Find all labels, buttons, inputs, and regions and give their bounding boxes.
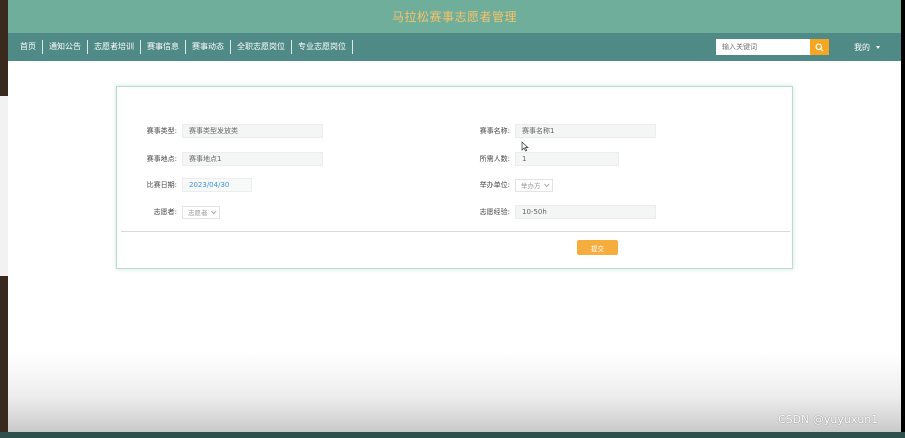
volunteer-label: 志愿者: <box>153 208 177 216</box>
event-name-label: 赛事名称: <box>479 127 510 135</box>
search-icon <box>815 42 824 52</box>
caret-down-icon <box>876 46 880 49</box>
form-row-race-date: 比赛日期: 2023/04/30 <box>127 178 252 192</box>
race-date-label: 比赛日期: <box>146 181 177 189</box>
user-menu[interactable]: 我的 <box>854 42 880 53</box>
experience-label: 志愿经验: <box>479 208 510 216</box>
form-row-event-type: 赛事类型: 赛事类型发放类 <box>127 124 323 138</box>
form-row-experience: 志愿经验: 10-50h <box>460 205 656 219</box>
race-date-field[interactable]: 2023/04/30 <box>182 178 252 192</box>
form-row-required-count: 所需人数: 1 <box>460 152 619 166</box>
search-button[interactable] <box>810 39 829 55</box>
experience-field[interactable]: 10-50h <box>515 205 656 219</box>
detail-form-card: 赛事类型: 赛事类型发放类 赛事地点: 赛事地点1 比赛日期: 2023/04/… <box>116 86 793 269</box>
nav-item-home[interactable]: 首页 <box>14 40 43 54</box>
bottom-fade-overlay <box>8 352 901 432</box>
chevron-down-icon <box>210 208 217 215</box>
volunteer-select-value: 志愿者 <box>188 209 208 217</box>
nav-item-notices[interactable]: 通知公告 <box>43 40 88 54</box>
user-menu-label: 我的 <box>854 43 870 52</box>
form-row-volunteer: 志愿者: 志愿者 <box>127 205 220 219</box>
organizer-select[interactable]: 举办方 <box>515 178 553 192</box>
browser-page: 马拉松赛事志愿者管理 首页 通知公告 志愿者培训 赛事信息 赛事动态 全职志愿岗… <box>8 0 901 432</box>
background-window-edge <box>0 0 8 438</box>
event-type-label: 赛事类型: <box>146 127 177 135</box>
event-type-field[interactable]: 赛事类型发放类 <box>182 124 323 138</box>
event-name-field[interactable]: 赛事名称1 <box>515 124 656 138</box>
form-row-organizer: 举办单位: 举办方 <box>460 178 553 192</box>
main-nav: 首页 通知公告 志愿者培训 赛事信息 赛事动态 全职志愿岗位 专业志愿岗位 我的 <box>8 33 901 61</box>
mouse-cursor-icon <box>521 141 529 152</box>
required-count-label: 所需人数: <box>479 155 510 163</box>
nav-item-professional-posts[interactable]: 专业志愿岗位 <box>292 40 353 54</box>
nav-item-fulltime-posts[interactable]: 全职志愿岗位 <box>231 40 292 54</box>
site-header: 马拉松赛事志愿者管理 <box>8 0 901 33</box>
form-divider <box>121 231 790 232</box>
page-bottom-strip <box>0 432 905 438</box>
volunteer-select[interactable]: 志愿者 <box>182 205 220 219</box>
form-row-event-name: 赛事名称: 赛事名称1 <box>460 124 656 138</box>
nav-item-events[interactable]: 赛事信息 <box>141 40 186 54</box>
nav-item-training[interactable]: 志愿者培训 <box>88 40 141 54</box>
submit-button[interactable]: 提交 <box>577 240 618 255</box>
required-count-field[interactable]: 1 <box>515 152 619 166</box>
nav-item-news[interactable]: 赛事动态 <box>186 40 231 54</box>
form-row-event-location: 赛事地点: 赛事地点1 <box>127 152 323 166</box>
event-location-label: 赛事地点: <box>146 155 177 163</box>
search-input[interactable] <box>716 39 810 55</box>
organizer-label: 举办单位: <box>479 181 510 189</box>
organizer-select-value: 举办方 <box>521 182 541 190</box>
event-location-field[interactable]: 赛事地点1 <box>182 152 323 166</box>
site-title: 马拉松赛事志愿者管理 <box>391 10 517 24</box>
search-box <box>716 39 829 55</box>
csdn-watermark: CSDN @yuyuxun1 <box>778 413 879 426</box>
chevron-down-icon <box>543 181 550 188</box>
